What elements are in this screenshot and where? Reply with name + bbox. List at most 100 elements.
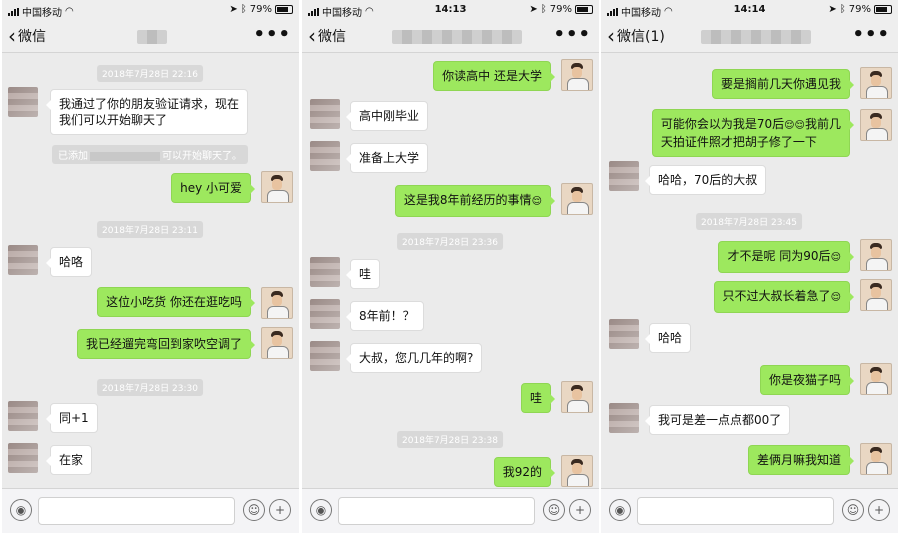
message-bubble-in[interactable]: 同+1 — [46, 403, 98, 433]
message-bubble-in[interactable]: 哈哈 — [644, 323, 692, 353]
my-avatar[interactable] — [860, 67, 892, 99]
status-bar: 中国移动 ◠ 14:14 ➤ ᛒ 79% — [601, 0, 898, 20]
signal-icon — [8, 7, 19, 16]
message-list[interactable]: 你读高中 还是大学 高中刚毕业 准备上大学 这是我8年前经历的事情😌 2018年… — [302, 53, 599, 489]
back-label: 微信 — [318, 29, 346, 45]
status-bar: 中国移动 ◠ ➤ ᛒ 79% — [2, 0, 299, 20]
location-icon: ➤ — [229, 4, 238, 15]
bluetooth-icon: ᛒ — [839, 4, 846, 15]
timestamp: 2018年7月28日 23:36 — [397, 233, 503, 250]
back-button[interactable]: ‹ 微信(1) — [607, 26, 665, 46]
chevron-left-icon: ‹ — [8, 24, 16, 48]
my-avatar[interactable] — [261, 171, 293, 203]
message-list[interactable]: 要是搁前几天你遇见我 可能你会以为我是70后😌😌我前几 天拍证件照才把胡子修了一… — [601, 53, 898, 489]
message-bubble-out[interactable]: hey 小可爱 — [171, 173, 255, 203]
message-bubble-in[interactable]: 大叔，您几几年的啊? — [345, 343, 483, 373]
message-text: 差俩月嘛我知道 — [756, 453, 841, 467]
more-icon[interactable]: ••• — [852, 24, 890, 45]
message-bubble-out[interactable]: 这是我8年前经历的事情😌 — [394, 185, 556, 217]
contact-avatar[interactable] — [609, 403, 639, 433]
contact-avatar[interactable] — [8, 87, 38, 117]
my-avatar[interactable] — [261, 287, 293, 319]
input-bar: ◉ ☺ + — [601, 488, 898, 533]
message-bubble-in[interactable]: 我可是差一点点都00了 — [644, 405, 791, 435]
message-bubble-out[interactable]: 哇 — [520, 383, 556, 413]
message-input[interactable] — [338, 497, 535, 525]
contact-avatar[interactable] — [310, 99, 340, 129]
my-avatar[interactable] — [561, 59, 593, 91]
contact-avatar[interactable] — [310, 299, 340, 329]
message-text: 可能你会以为我是70后 — [660, 117, 785, 131]
smile-icon[interactable]: ☺ — [543, 499, 565, 521]
contact-avatar[interactable] — [609, 319, 639, 349]
back-label: 微信(1) — [617, 29, 665, 45]
voice-icon[interactable]: ◉ — [609, 499, 631, 521]
message-bubble-out[interactable]: 我已经遛完弯回到家吹空调了 — [76, 329, 256, 359]
message-bubble-out[interactable]: 要是搁前几天你遇见我 — [711, 69, 855, 99]
contact-avatar[interactable] — [609, 161, 639, 191]
voice-icon[interactable]: ◉ — [10, 499, 32, 521]
my-avatar[interactable] — [860, 279, 892, 311]
back-button[interactable]: ‹ 微信 — [8, 26, 46, 46]
contact-avatar[interactable] — [310, 341, 340, 371]
my-avatar[interactable] — [860, 443, 892, 475]
my-avatar[interactable] — [261, 327, 293, 359]
message-bubble-in[interactable]: 在家 — [45, 445, 93, 475]
contact-avatar[interactable] — [310, 141, 340, 171]
back-button[interactable]: ‹ 微信 — [308, 26, 346, 46]
contact-avatar[interactable] — [310, 257, 340, 287]
message-bubble-out[interactable]: 可能你会以为我是70后😌😌我前几 天拍证件照才把胡子修了一下 — [651, 109, 855, 157]
message-bubble-in[interactable]: 高中刚毕业 — [345, 101, 429, 131]
message-list[interactable]: 2018年7月28日 22:16 我通过了你的朋友验证请求，现在 我们可以开始聊… — [2, 53, 299, 489]
message-bubble-in[interactable]: 我通过了你的朋友验证请求，现在 我们可以开始聊天了 — [45, 89, 249, 135]
message-bubble-in[interactable]: 准备上大学 — [345, 143, 429, 173]
contact-avatar[interactable] — [8, 245, 38, 275]
message-bubble-out[interactable]: 这位小吃货 你还在逛吃吗 — [97, 287, 255, 317]
plus-icon[interactable]: + — [269, 499, 291, 521]
smile-icon[interactable]: ☺ — [243, 499, 265, 521]
message-text: 我前几 — [804, 117, 841, 131]
system-message-suffix: 可以开始聊天了。 — [162, 151, 242, 162]
system-message-prefix: 已添加 — [58, 151, 88, 162]
timestamp: 2018年7月28日 23:38 — [397, 431, 503, 448]
my-avatar[interactable] — [561, 183, 593, 215]
contact-name-blurred — [701, 30, 811, 44]
message-bubble-out[interactable]: 差俩月嘛我知道 — [747, 445, 855, 475]
chevron-left-icon: ‹ — [308, 24, 316, 48]
wifi-icon: ◠ — [65, 6, 74, 17]
my-avatar[interactable] — [561, 381, 593, 413]
my-avatar[interactable] — [561, 455, 593, 487]
message-text: hey 小可爱 — [180, 181, 242, 195]
contact-avatar[interactable] — [8, 401, 38, 431]
nav-bar: ‹ 微信 ••• — [2, 20, 299, 53]
contact-avatar[interactable] — [8, 443, 38, 473]
message-bubble-out[interactable]: 我92的 — [493, 457, 556, 487]
my-avatar[interactable] — [860, 109, 892, 141]
message-bubble-in[interactable]: 8年前！？ — [346, 301, 424, 331]
more-icon[interactable]: ••• — [553, 24, 591, 45]
battery-icon — [874, 5, 892, 14]
message-bubble-in[interactable]: 哈咯 — [45, 247, 93, 277]
message-bubble-out[interactable]: 你读高中 还是大学 — [433, 61, 555, 91]
my-avatar[interactable] — [860, 363, 892, 395]
smile-icon[interactable]: ☺ — [842, 499, 864, 521]
back-label: 微信 — [18, 29, 46, 45]
message-bubble-in[interactable]: 哇 — [345, 259, 381, 289]
battery-percent: 79% — [549, 4, 572, 15]
emoji-icon: 😌 — [794, 120, 805, 131]
location-icon: ➤ — [529, 4, 538, 15]
message-input[interactable] — [637, 497, 834, 525]
plus-icon[interactable]: + — [569, 499, 591, 521]
my-avatar[interactable] — [860, 239, 892, 271]
more-icon[interactable]: ••• — [253, 24, 291, 45]
plus-icon[interactable]: + — [868, 499, 890, 521]
voice-icon[interactable]: ◉ — [310, 499, 332, 521]
input-bar: ◉ ☺ + — [2, 488, 299, 533]
message-input[interactable] — [38, 497, 235, 525]
message-bubble-out[interactable]: 才不是呢 同为90后😌 — [718, 241, 854, 273]
message-bubble-out[interactable]: 你是夜猫子吗 — [759, 365, 855, 395]
message-text: 哈哈 — [658, 331, 683, 345]
message-bubble-in[interactable]: 哈哈，70后的大叔 — [644, 165, 767, 195]
message-bubble-out[interactable]: 只不过大叔长着急了😌 — [713, 281, 855, 313]
message-text: 哈咯 — [59, 255, 84, 269]
